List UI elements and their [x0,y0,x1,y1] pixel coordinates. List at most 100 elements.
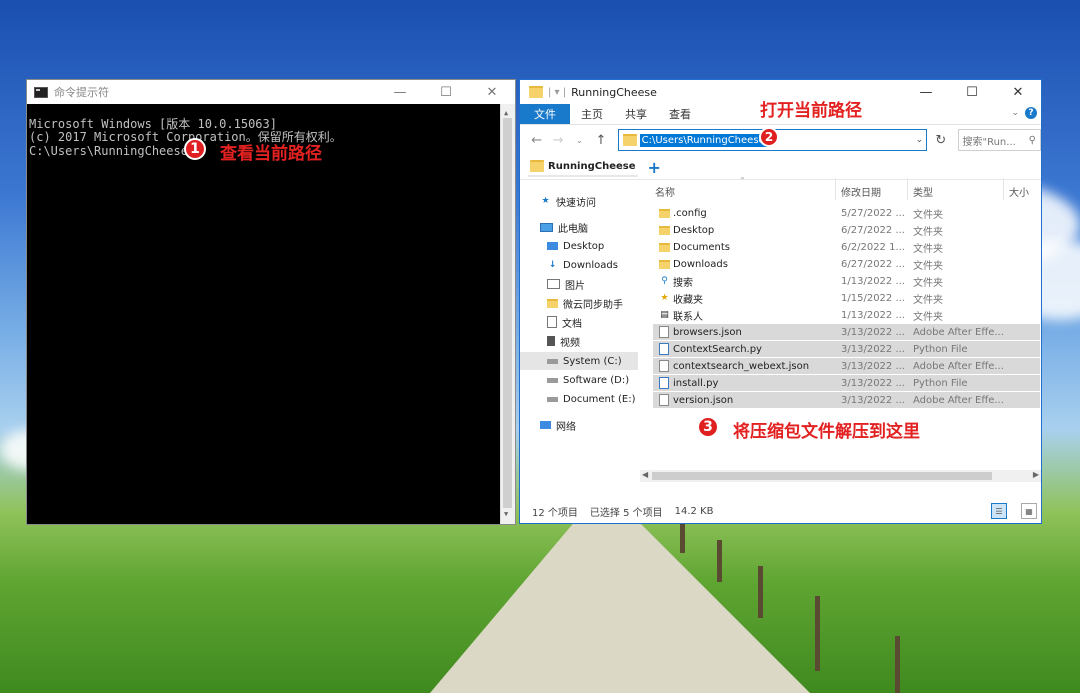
folder-tab[interactable]: RunningCheese [528,157,638,177]
drive-icon [547,396,558,402]
address-dropdown-icon[interactable]: ⌄ [916,135,924,145]
nav-item-weiyun[interactable]: 微云同步助手 [547,294,623,312]
horizontal-scrollbar[interactable]: ◀ ▶ [640,470,1041,482]
cmd-console[interactable]: Microsoft Windows [版本 10.0.15063] (c) 201… [27,104,515,524]
column-header-date[interactable]: 修改日期 [841,184,881,199]
nav-item-quick-access[interactable]: ★ 快速访问 [540,192,596,210]
file-row[interactable]: ContextSearch.py 3/13/2022 ... Python File [653,341,1040,357]
content-area: ★ 快速访问 此电脑 Desktop ↓ Downloads 图片 微云同步助手 文… [520,176,1041,490]
nav-item-downloads[interactable]: ↓ Downloads [547,256,618,274]
nav-item-this-pc[interactable]: 此电脑 [540,218,588,236]
file-row[interactable]: ⚲ 搜索 1/13/2022 ... 文件夹 [653,273,1040,289]
scroll-down-icon[interactable]: ▼ [504,508,508,522]
scroll-right-icon[interactable]: ▶ [1033,470,1039,479]
back-arrow-icon[interactable]: ← [528,133,545,148]
file-name: Desktop [673,224,715,236]
star-icon: ★ [541,196,550,206]
scroll-thumb[interactable] [652,472,992,480]
close-button[interactable]: ✕ [995,80,1041,104]
cmd-scrollbar[interactable]: ▲ ▼ [500,104,515,524]
file-name: 联系人 [673,311,703,323]
quick-access-toolbar[interactable]: | ▾ | [548,87,566,98]
file-name: contextsearch_webext.json [673,360,810,372]
file-type: 文件夹 [913,243,943,255]
maximize-button[interactable]: ☐ [949,80,995,104]
large-icons-view-button[interactable]: ▦ [1021,503,1037,519]
details-view-button[interactable]: ☰ [991,503,1007,519]
new-tab-button[interactable]: + [648,158,661,177]
file-row[interactable]: .config 5/27/2022 ... 文件夹 [653,205,1040,221]
scroll-thumb[interactable] [503,118,512,508]
file-row[interactable]: ★ 收藏夹 1/15/2022 ... 文件夹 [653,290,1040,306]
search-input[interactable]: 搜索"Run... ⚲ [957,129,1041,151]
window-title: RunningCheese [571,85,657,99]
tab-file[interactable]: 文件 [520,104,570,124]
column-header-size[interactable]: 大小 [1009,184,1029,199]
file-type: Adobe After Effe... [913,360,1004,372]
console-line: Microsoft Windows [版本 10.0.15063] [29,116,277,131]
nav-item-pictures[interactable]: 图片 [547,275,585,293]
column-divider[interactable] [1003,178,1004,200]
search-icon[interactable]: ⚲ [1029,135,1036,146]
address-text[interactable]: C:\Users\RunningCheese [639,133,767,147]
file-row[interactable]: ▤ 联系人 1/13/2022 ... 文件夹 [653,307,1040,323]
selection-size: 14.2 KB [674,505,714,517]
file-name: Documents [673,241,731,253]
column-divider[interactable] [907,178,908,200]
desktop-icon [547,242,558,250]
file-row[interactable]: Downloads 6/27/2022 ... 文件夹 [653,256,1040,272]
close-button[interactable]: ✕ [469,80,515,104]
file-type: Python File [913,377,968,389]
up-arrow-icon[interactable]: ↑ [592,133,609,148]
file-row[interactable]: contextsearch_webext.json 3/13/2022 ... Ad… [653,358,1040,374]
column-header-name[interactable]: 名称 [655,184,675,199]
drive-icon [547,377,558,383]
file-type: Adobe After Effe... [913,394,1004,406]
column-header-type[interactable]: 类型 [913,184,933,199]
folder-icon [659,259,670,269]
file-row[interactable]: install.py 3/13/2022 ... Python File [653,375,1040,391]
file-icon [659,360,669,372]
nav-item-videos[interactable]: 视频 [547,332,580,350]
navigation-pane: ★ 快速访问 此电脑 Desktop ↓ Downloads 图片 微云同步助手 文… [520,178,640,490]
cmd-title: 命令提示符 [54,86,109,99]
file-row[interactable]: Desktop 6/27/2022 ... 文件夹 [653,222,1040,238]
maximize-button[interactable]: ☐ [423,80,469,104]
file-date: 6/27/2022 ... [841,258,905,270]
nav-item-desktop[interactable]: Desktop [547,237,604,255]
folder-tabs: RunningCheese + [520,155,1041,180]
nav-item-document-e[interactable]: Document (E:) [547,390,635,408]
tab-share[interactable]: 共享 [614,104,658,124]
explorer-window[interactable]: | ▾ | RunningCheese — ☐ ✕ 文件 主页 共享 查看 ⌄ … [519,79,1042,524]
expand-ribbon-icon[interactable]: ⌄ [1011,108,1019,118]
recent-chevron-icon[interactable]: ⌄ [571,136,588,145]
tab-view[interactable]: 查看 [658,104,702,124]
nav-item-network[interactable]: 网络 [540,416,576,434]
column-divider[interactable] [835,178,836,200]
minimize-button[interactable]: — [377,80,423,104]
annotation-text-3: 将压缩包文件解压到这里 [733,422,920,442]
nav-item-documents[interactable]: 文档 [547,313,582,331]
navigation-bar: ← → ⌄ ↑ C:\Users\RunningCheese ⌄ ↻ 搜索"Ru… [520,125,1041,155]
file-date: 3/13/2022 ... [841,326,905,338]
minimize-button[interactable]: — [903,80,949,104]
selection-count: 已选择 5 个项目 [589,507,663,519]
folder-icon [530,160,544,172]
folder-icon [659,208,670,218]
scroll-left-icon[interactable]: ◀ [642,470,648,479]
help-icon[interactable]: ? [1025,107,1037,119]
folder-icon [529,86,543,98]
file-row[interactable]: browsers.json 3/13/2022 ... Adobe After Ef… [653,324,1040,340]
file-row[interactable]: version.json 3/13/2022 ... Adobe After Eff… [653,392,1040,408]
sort-ascending-icon: ⌃ [739,176,746,185]
refresh-icon[interactable]: ↻ [931,133,950,148]
file-row[interactable]: Documents 6/2/2022 1... 文件夹 [653,239,1040,255]
file-list: ⌃ 名称 修改日期 类型 大小 .config 5/27/2022 ... 文件夹 D… [653,176,1041,490]
cmd-title-bar[interactable]: 命令提示符 — ☐ ✕ [27,80,515,104]
forward-arrow-icon[interactable]: → [549,133,566,148]
nav-item-software-d[interactable]: Software (D:) [547,371,629,389]
file-name: 搜索 [673,277,693,289]
tab-home[interactable]: 主页 [570,104,614,124]
file-name: Downloads [673,258,728,270]
nav-item-system-c[interactable]: System (C:) [520,352,638,370]
